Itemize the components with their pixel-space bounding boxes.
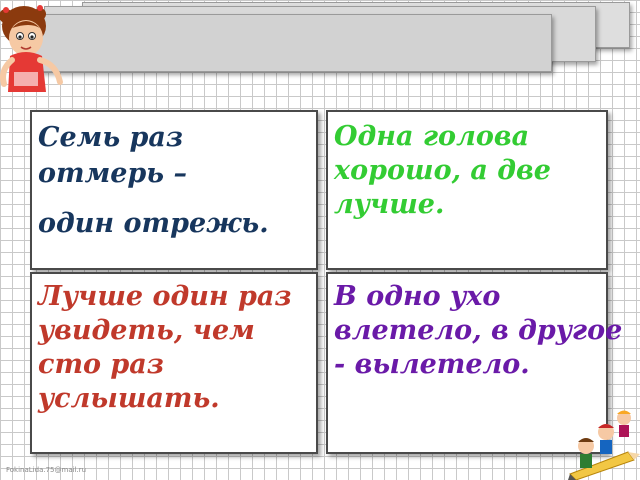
- proverb-line: лучше.: [334, 189, 445, 220]
- proverb-line: Лучше один раз: [38, 281, 292, 312]
- proverb-line: хорошо, а две: [334, 155, 551, 186]
- proverb-card-top-left: Семь раз отмерь – один отрежь.: [30, 110, 318, 270]
- proverb-line: Одна голова: [334, 121, 530, 152]
- girl-clipart-icon: [0, 5, 63, 92]
- proverb-line: Семь раз: [38, 122, 184, 153]
- proverb-line: отмерь –: [38, 158, 188, 189]
- children-on-pencil-clipart-icon: [568, 410, 640, 480]
- proverb-card-bottom-right: В одно ухо влетело, в другое - вылетело.: [326, 272, 623, 454]
- proverb-line: услышать.: [38, 383, 220, 414]
- header-banner-front: [22, 14, 552, 72]
- proverb-line: сто раз: [38, 349, 165, 380]
- proverb-card-top-right: Одна голова хорошо, а две лучше.: [326, 110, 608, 270]
- proverb-line: В одно ухо: [334, 281, 501, 312]
- proverb-line: влетело, в другое: [334, 315, 623, 346]
- proverb-line: - вылетело.: [334, 349, 530, 380]
- proverb-line: увидеть, чем: [38, 315, 255, 346]
- proverb-line: один отрежь.: [38, 208, 269, 239]
- proverb-card-bottom-left: Лучше один раз увидеть, чем сто раз услы…: [30, 272, 318, 454]
- credit-text: FokinaLida.75@mail.ru: [6, 466, 87, 474]
